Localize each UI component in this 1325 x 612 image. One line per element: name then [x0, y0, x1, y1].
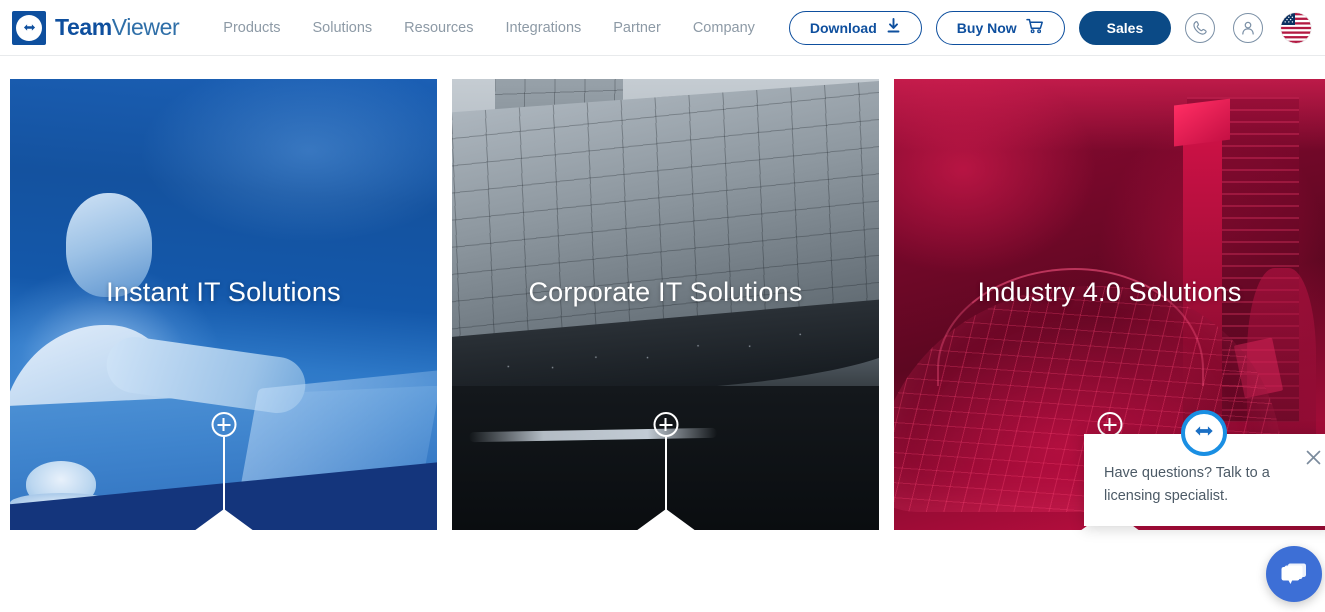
teamviewer-arrows-icon	[12, 10, 46, 45]
plus-circle-icon[interactable]	[653, 412, 678, 437]
brand-light: Viewer	[111, 14, 180, 40]
chat-bubbles-icon[interactable]	[1266, 546, 1322, 602]
sales-button[interactable]: Sales	[1078, 10, 1172, 45]
nav-item-solutions[interactable]: Solutions	[297, 14, 389, 42]
chat-popup-message: Have questions? Talk to a licensing spec…	[1104, 465, 1270, 505]
download-icon	[886, 18, 901, 37]
download-button-label: Download	[809, 19, 877, 36]
sales-button-label: Sales	[1106, 19, 1144, 36]
card-corporate-it-solutions[interactable]: Corporate IT Solutions	[452, 79, 879, 530]
header-actions: Download Buy Now Sales	[788, 10, 1172, 45]
card-notch	[635, 509, 696, 530]
card-title: Industry 4.0 Solutions	[977, 277, 1242, 307]
nav-item-resources[interactable]: Resources	[388, 14, 489, 42]
user-account-icon[interactable]	[1233, 12, 1263, 43]
brand-wordmark: TeamViewer	[55, 14, 180, 41]
teamviewer-logo[interactable]: TeamViewer	[12, 10, 180, 45]
close-icon[interactable]	[1302, 446, 1324, 468]
phone-icon[interactable]	[1185, 12, 1215, 43]
card-title: Instant IT Solutions	[106, 277, 341, 307]
us-flag-icon[interactable]	[1281, 12, 1311, 43]
nav-item-partner[interactable]: Partner	[597, 14, 677, 42]
cart-icon	[1025, 18, 1044, 37]
plus-circle-icon[interactable]	[211, 412, 236, 437]
chat-teamviewer-badge[interactable]	[1181, 410, 1227, 456]
buy-now-button[interactable]: Buy Now	[935, 10, 1065, 45]
nav-item-products[interactable]: Products	[207, 14, 296, 42]
download-button[interactable]: Download	[788, 10, 922, 45]
card-instant-it-solutions[interactable]: Instant IT Solutions	[10, 79, 437, 530]
site-header: TeamViewer Products Solutions Resources …	[0, 0, 1325, 56]
card-notch	[193, 509, 254, 530]
buy-now-button-label: Buy Now	[956, 19, 1017, 36]
header-utilities	[1185, 12, 1311, 43]
teamviewer-arrows-icon	[1191, 424, 1217, 442]
brand-bold: Team	[55, 14, 112, 40]
nav-item-integrations[interactable]: Integrations	[489, 14, 597, 42]
main-navigation: Products Solutions Resources Integration…	[207, 14, 771, 42]
nav-item-company[interactable]: Company	[677, 14, 771, 42]
card-title: Corporate IT Solutions	[528, 277, 803, 307]
